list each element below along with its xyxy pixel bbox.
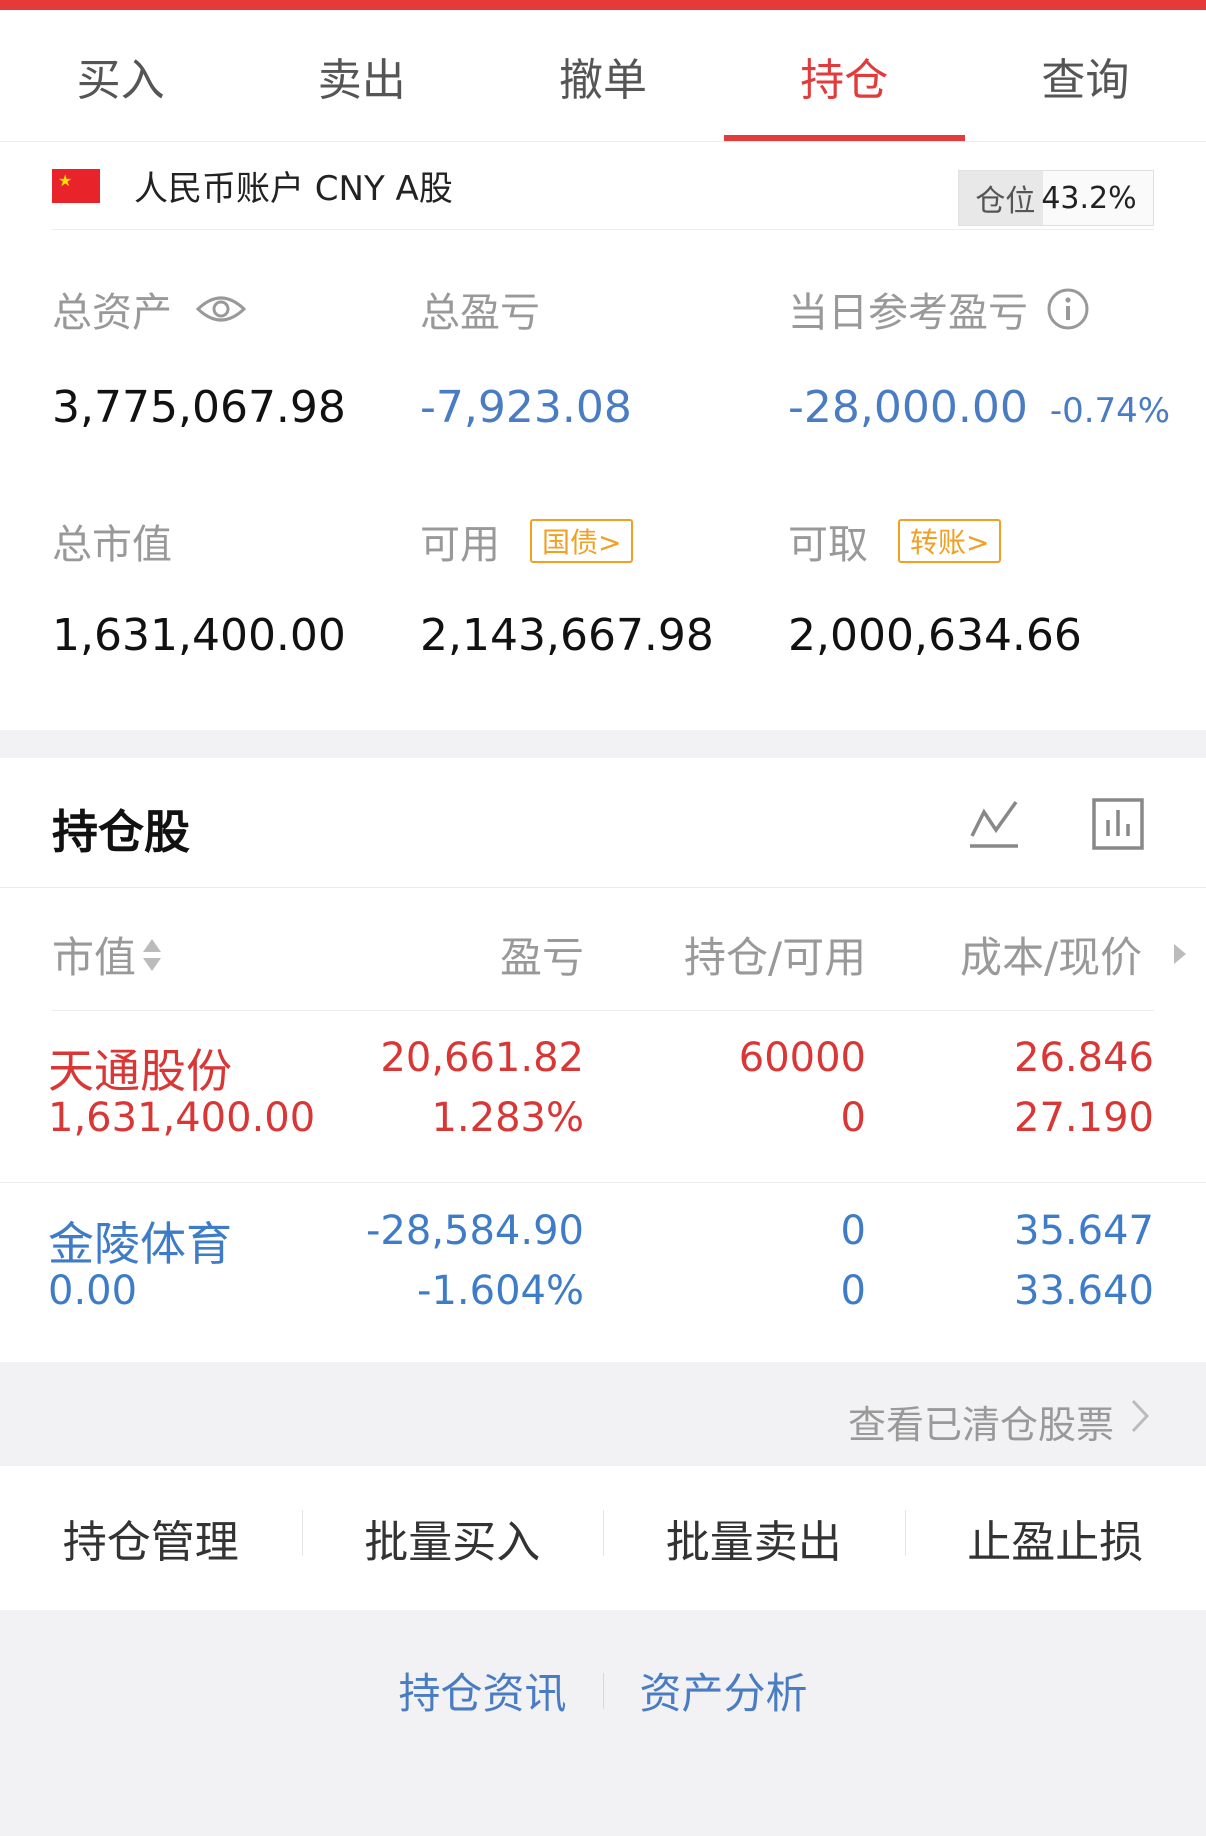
market-value-label: 总市值 (52, 522, 172, 568)
col-market-value-label: 市值 (52, 933, 137, 982)
stock-market-value: 0.00 (48, 1268, 138, 1314)
line-chart-icon[interactable] (966, 796, 1022, 852)
total-assets-value: 3,775,067.98 (52, 382, 346, 433)
tab-positions[interactable]: 持仓 (723, 10, 966, 141)
daily-pl-value: -28,000.00 (788, 382, 1028, 433)
stock-pl-pct: -1.604% (417, 1268, 584, 1314)
eye-icon[interactable] (196, 293, 246, 325)
tab-query[interactable]: 查询 (965, 10, 1206, 141)
position-badge[interactable]: 仓位 43.2% (958, 170, 1154, 226)
asset-analysis-link[interactable]: 资产分析 (640, 1660, 808, 1721)
position-actions: 持仓管理 批量买入 批量卖出 止盈止损 (0, 1466, 1206, 1610)
stop-profit-loss-button[interactable]: 止盈止损 (904, 1506, 1206, 1570)
transfer-button[interactable]: 转账> (898, 519, 1002, 563)
market-value-label-row: 总市值 (52, 512, 172, 570)
holding-row[interactable]: 天通股份 1,631,400.00 20,661.82 1.283% 60000… (0, 1011, 1206, 1183)
stock-price: 27.190 (1014, 1095, 1154, 1141)
total-pl-value: -7,923.08 (420, 382, 632, 433)
total-pl-label: 总盈亏 (420, 290, 540, 336)
total-assets-label-row: 总资产 (52, 280, 246, 338)
holdings-header: 持仓股 (0, 758, 1206, 888)
bond-button[interactable]: 国债> (530, 519, 634, 563)
link-divider (602, 1672, 604, 1709)
stock-price: 33.640 (1014, 1268, 1154, 1314)
stock-pl: 20,661.82 (380, 1035, 584, 1081)
position-news-link[interactable]: 持仓资讯 (398, 1660, 566, 1721)
withdrawable-value: 2,000,634.66 (788, 610, 1082, 661)
tab-cancel[interactable]: 撤单 (482, 10, 723, 141)
total-assets-label: 总资产 (52, 290, 172, 336)
stock-available: 0 (840, 1268, 866, 1314)
available-label: 可用 (420, 522, 500, 568)
view-cleared-label: 查看已清仓股票 (847, 1403, 1114, 1447)
account-row: ★ 人民币账户 CNY A股 仓位 43.2% (52, 142, 1154, 230)
holdings-column-header: 市值 盈亏 持仓/可用 成本/现价 (0, 888, 1206, 1010)
daily-pl-group: -28,000.00 -0.74% (788, 382, 1170, 433)
stock-market-value: 1,631,400.00 (48, 1095, 316, 1141)
bottom-links: 持仓资讯 资产分析 (0, 1660, 1206, 1721)
col-position[interactable]: 持仓/可用 (684, 924, 866, 985)
col-pl[interactable]: 盈亏 (500, 924, 584, 985)
daily-pl-pct: -0.74% (1049, 391, 1171, 431)
market-value: 1,631,400.00 (52, 610, 346, 661)
daily-pl-label: 当日参考盈亏 (788, 290, 1028, 336)
info-icon[interactable] (1046, 287, 1090, 331)
stock-cost: 35.647 (1014, 1208, 1154, 1254)
account-card: ★ 人民币账户 CNY A股 仓位 43.2% 总资产 总盈亏 当日参考盈亏 3… (0, 142, 1206, 730)
batch-buy-button[interactable]: 批量买入 (301, 1506, 604, 1570)
col-cost-price[interactable]: 成本/现价 (960, 924, 1142, 985)
position-label: 仓位 (975, 184, 1036, 219)
account-name: 人民币账户 CNY A股 (134, 169, 453, 209)
stock-available: 0 (840, 1095, 866, 1141)
scroll-right-icon[interactable] (1172, 942, 1188, 966)
manage-positions-button[interactable]: 持仓管理 (0, 1506, 302, 1570)
holdings-title: 持仓股 (52, 805, 190, 859)
holdings-section: 持仓股 市值 盈亏 持仓/可用 成本/现价 天通股份 1,631,400.00 … (0, 758, 1206, 1362)
bar-chart-icon[interactable] (1090, 796, 1146, 852)
available-value: 2,143,667.98 (420, 610, 714, 661)
daily-pl-label-row: 当日参考盈亏 (788, 280, 1090, 338)
tab-sell[interactable]: 卖出 (241, 10, 482, 141)
stock-position: 0 (840, 1208, 866, 1254)
withdrawable-label: 可取 (788, 522, 868, 568)
stock-name: 金陵体育 (48, 1217, 232, 1271)
stock-name: 天通股份 (48, 1044, 232, 1098)
stock-position: 60000 (738, 1035, 866, 1081)
trade-tabs: 买入 卖出 撤单 持仓 查询 (0, 10, 1206, 142)
chevron-right-icon (1131, 1399, 1150, 1433)
tab-buy[interactable]: 买入 (0, 10, 241, 141)
stock-pl: -28,584.90 (365, 1208, 584, 1254)
cn-flag-icon: ★ (52, 168, 100, 203)
available-label-row: 可用 国债> (420, 512, 634, 570)
sort-icon (143, 938, 162, 971)
holding-row[interactable]: 金陵体育 0.00 -28,584.90 -1.604% 0 0 35.647 … (0, 1184, 1206, 1356)
col-market-value[interactable]: 市值 (52, 924, 164, 985)
view-cleared-stocks-link[interactable]: 查看已清仓股票 (0, 1362, 1206, 1466)
position-value: 43.2% (1041, 180, 1137, 216)
withdrawable-label-row: 可取 转账> (788, 512, 1002, 570)
total-pl-label-row: 总盈亏 (420, 280, 540, 338)
batch-sell-button[interactable]: 批量卖出 (603, 1506, 905, 1570)
stock-cost: 26.846 (1014, 1035, 1154, 1081)
top-accent-bar (0, 0, 1206, 10)
stock-pl-pct: 1.283% (431, 1095, 584, 1141)
